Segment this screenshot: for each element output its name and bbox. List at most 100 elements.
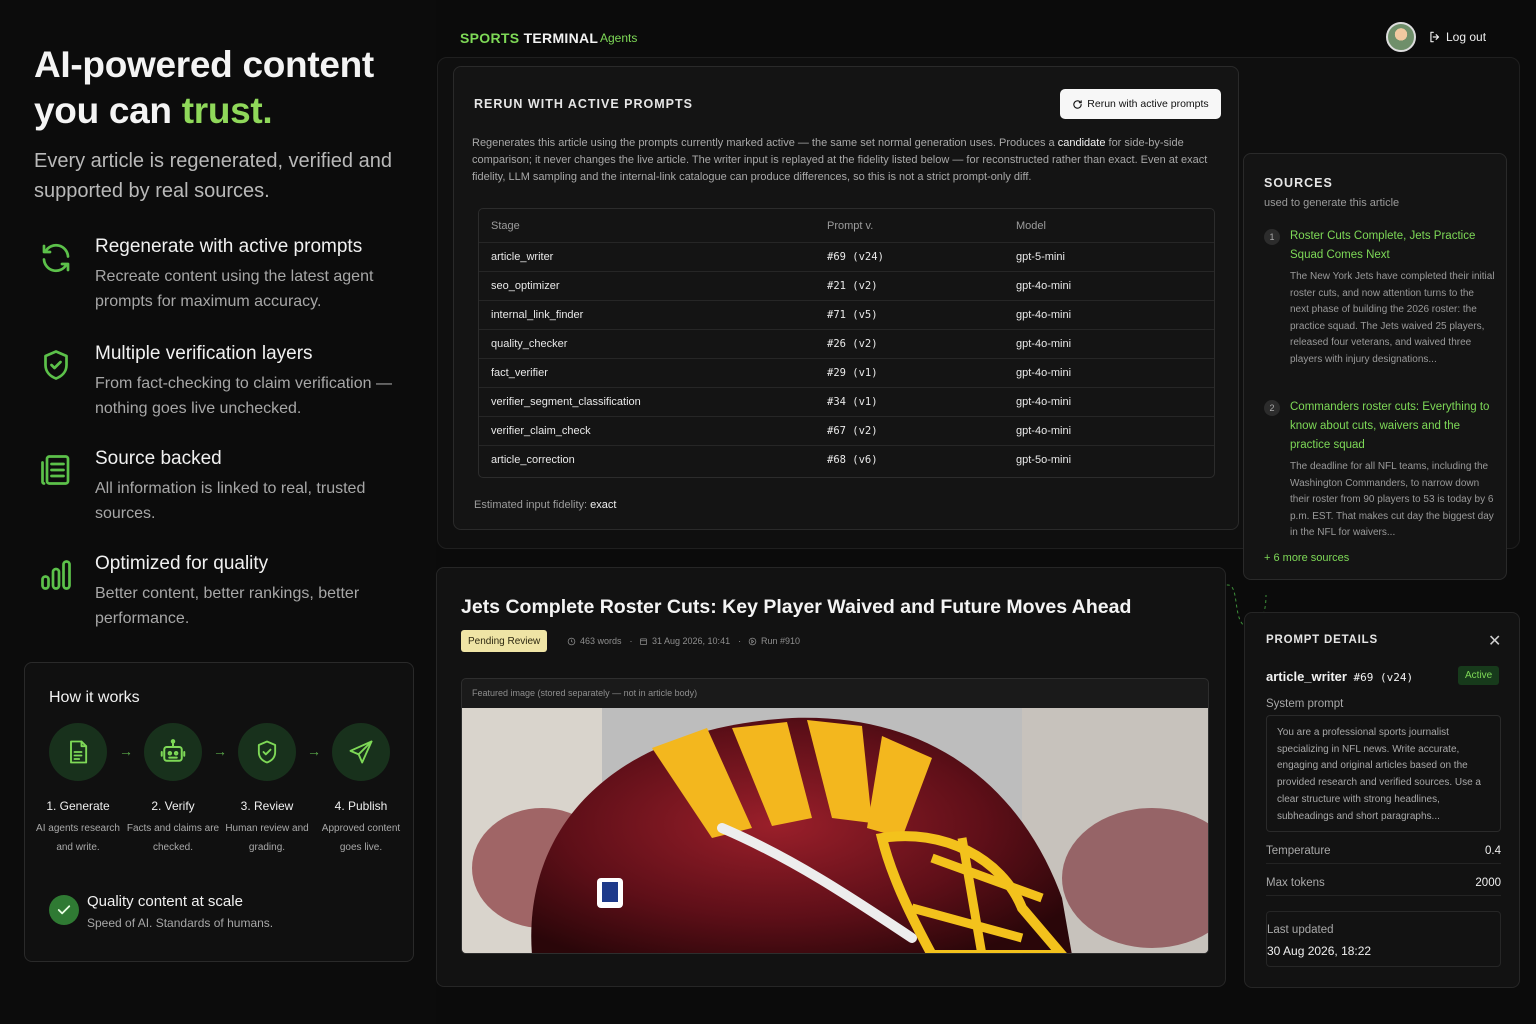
stage-cell: article_writer [491, 251, 554, 263]
model-cell: gpt-4o-mini [1016, 309, 1072, 321]
shield-check-icon [257, 740, 277, 764]
stage-cell: verifier_segment_classification [491, 396, 641, 408]
avatar[interactable] [1386, 22, 1416, 52]
featured-image[interactable] [462, 708, 1208, 953]
column-header: Model [1016, 219, 1046, 232]
model-cell: gpt-5-mini [1016, 251, 1065, 263]
image-caption: Featured image (stored separately — not … [472, 688, 698, 698]
feature-desc: Better content, better rankings, better … [95, 585, 360, 627]
hero-title: AI-powered content you can trust. [34, 42, 424, 134]
table-row[interactable]: internal_link_finder #71 (v5) gpt-4o-mini [479, 300, 1214, 329]
feature-quality: Optimized for quality Better content, be… [34, 553, 414, 643]
table-row[interactable]: fact_verifier #29 (v1) gpt-4o-mini [479, 358, 1214, 387]
feature-regenerate: Regenerate with active prompts Recreate … [34, 236, 414, 326]
nav-agents-link[interactable]: Agents [600, 31, 637, 45]
feature-title: Source backed [95, 448, 222, 469]
step-desc: Facts and claims are checked. [126, 823, 220, 853]
model-cell: gpt-5o-mini [1016, 454, 1072, 466]
prompt-cell: #68 (v6) [827, 454, 878, 466]
prompt-details-panel: PROMPT DETAILS ✕ article_writer #69 (v24… [1244, 612, 1520, 988]
send-icon [349, 740, 373, 764]
document-icon [70, 740, 88, 764]
step-icon-circle [238, 723, 296, 781]
last-updated-box: Last updated 30 Aug 2026, 18:22 [1266, 911, 1501, 967]
hero-subtitle: Every article is regenerated, verified a… [34, 150, 392, 202]
rerun-desc-text: Regenerates this article using the promp… [472, 137, 1058, 149]
sources-subtitle: used to generate this article [1264, 197, 1400, 209]
input-fidelity: Estimated input fidelity: exact [474, 499, 616, 511]
logout-icon [1430, 31, 1440, 43]
prompt-stage-name: article_writer [1266, 669, 1347, 684]
source-link[interactable]: Roster Cuts Complete, Jets Practice Squa… [1290, 227, 1495, 265]
feature-verification: Multiple verification layers From fact-c… [34, 343, 414, 433]
table-row[interactable]: verifier_claim_check #67 (v2) gpt-4o-mini [479, 416, 1214, 445]
run-text: Run #910 [761, 636, 801, 646]
stage-cell: seo_optimizer [491, 280, 560, 292]
robot-icon [160, 739, 186, 762]
table-row[interactable]: quality_checker #26 (v2) gpt-4o-mini [479, 329, 1214, 358]
run-icon [748, 637, 757, 645]
prompt-cell: #34 (v1) [827, 396, 878, 408]
document-list-icon [41, 455, 70, 485]
logo-accent: SPORTS [460, 30, 520, 46]
how-it-works-card: How it works 1. Generate AI agents resea… [24, 662, 414, 962]
fidelity-value: exact [590, 499, 617, 511]
table-row[interactable]: article_writer #69 (v24) gpt-5-mini [479, 242, 1214, 271]
table-row[interactable]: seo_optimizer #21 (v2) gpt-4o-mini [479, 271, 1214, 300]
source-excerpt: The deadline for all NFL teams, includin… [1290, 461, 1494, 538]
step-desc: Human review and grading. [225, 823, 309, 853]
source-number: 1 [1264, 229, 1280, 245]
step-title: 1. Generate [46, 799, 110, 813]
model-cell: gpt-4o-mini [1016, 396, 1072, 408]
model-cell: gpt-4o-mini [1016, 280, 1072, 292]
helmet-image [462, 708, 1208, 953]
prompt-cell: #21 (v2) [827, 280, 878, 292]
app-logo[interactable]: SPORTS TERMINAL [460, 30, 598, 46]
step-publish: 4. Publish Approved content goes live. [314, 723, 408, 857]
step-title: 4. Publish [334, 799, 388, 813]
rerun-description: Regenerates this article using the promp… [472, 135, 1224, 186]
hero-title-line2: you can trust. [34, 88, 424, 134]
source-link[interactable]: Commanders roster cuts: Everything to kn… [1290, 398, 1495, 455]
step-icon-circle [332, 723, 390, 781]
source-number: 2 [1264, 400, 1280, 416]
step-desc: AI agents research and write. [36, 823, 120, 853]
rerun-desc-bold: candidate [1057, 137, 1106, 149]
last-updated-value: 30 Aug 2026, 18:22 [1267, 944, 1372, 958]
status-badge: Pending Review [461, 630, 548, 652]
prompt-cell: #26 (v2) [827, 338, 878, 350]
max-tokens-label: Max tokens [1266, 876, 1325, 889]
step-review: 3. Review Human review and grading. [220, 723, 314, 857]
close-icon[interactable]: ✕ [1488, 631, 1501, 651]
stage-cell: quality_checker [491, 338, 568, 350]
logout-button[interactable]: Log out [1428, 30, 1486, 44]
max-tokens-value: 2000 [1475, 876, 1501, 889]
feature-title: Optimized for quality [95, 553, 269, 574]
logo-text: TERMINAL [519, 30, 599, 46]
refresh-icon [1073, 99, 1083, 109]
meta-separator: · [738, 636, 742, 646]
shield-check-icon [44, 350, 68, 380]
check-circle-icon [49, 895, 79, 925]
model-cell: gpt-4o-mini [1016, 338, 1072, 350]
feature-title: Regenerate with active prompts [95, 236, 363, 257]
sources-panel: SOURCES used to generate this article 1 … [1243, 153, 1507, 580]
step-icon-circle [144, 723, 202, 781]
max-tokens-row: Max tokens 2000 [1266, 870, 1501, 896]
rerun-button[interactable]: Rerun with active prompts [1060, 89, 1221, 119]
table-row[interactable]: verifier_segment_classification #34 (v1) g… [479, 387, 1214, 416]
table-row[interactable]: article_correction #68 (v6) gpt-5o-mini [479, 445, 1214, 474]
rerun-title: RERUN WITH ACTIVE PROMPTS [474, 97, 693, 111]
bar-chart-icon [41, 560, 71, 590]
feature-desc: From fact-checking to claim verification… [95, 375, 392, 417]
table-header: Stage Prompt v. Model [479, 209, 1214, 242]
step-generate: 1. Generate AI agents research and write… [31, 723, 125, 857]
temperature-value: 0.4 [1485, 844, 1501, 857]
active-badge: Active [1458, 666, 1500, 685]
prompt-cell: #29 (v1) [827, 367, 878, 379]
article-title: Jets Complete Roster Cuts: Key Player Wa… [461, 596, 1132, 618]
how-it-works-title: How it works [49, 689, 140, 706]
more-sources-link[interactable]: + 6 more sources [1264, 552, 1349, 564]
model-cell: gpt-4o-mini [1016, 425, 1072, 437]
hero-title-accent: trust. [181, 90, 273, 131]
